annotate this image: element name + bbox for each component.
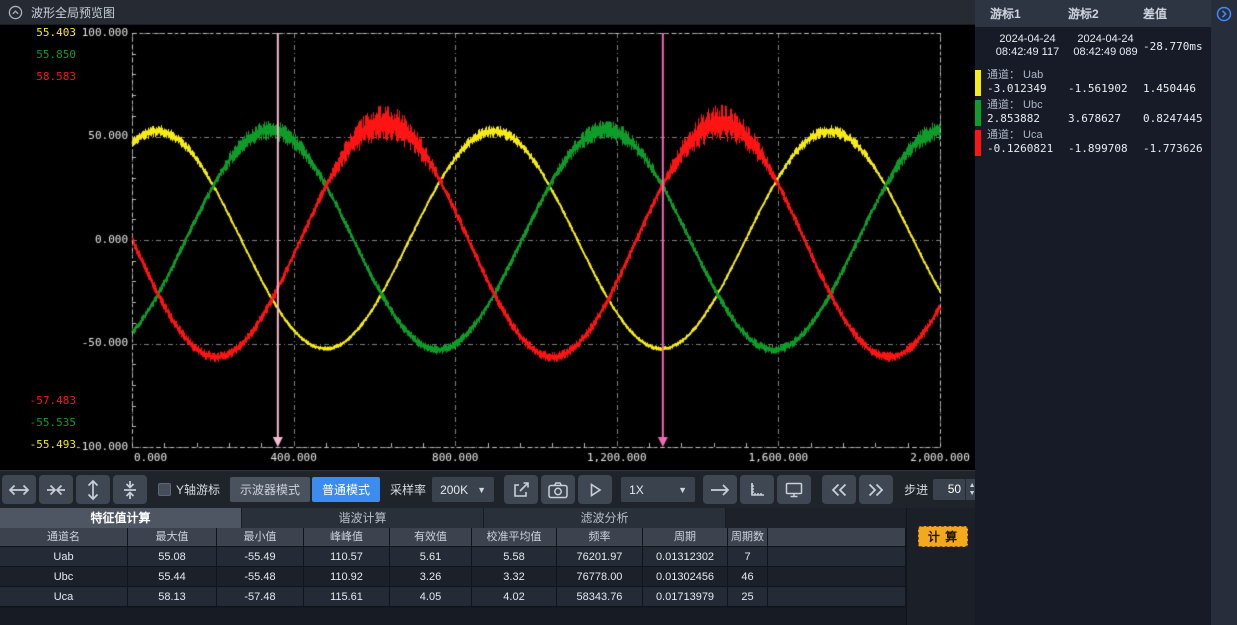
cursor1-timestamp: 2024-04-24 08:42:49 117 bbox=[987, 33, 1068, 59]
tab-filter-analysis[interactable]: 滤波分析 bbox=[484, 508, 726, 528]
cursor2-timestamp: 2024-04-24 08:42:49 089 bbox=[1068, 33, 1143, 59]
expand-panel-icon[interactable] bbox=[1216, 6, 1232, 22]
channel-name: 通道： Ubc bbox=[987, 98, 1211, 112]
screenshot-camera-button[interactable] bbox=[541, 475, 575, 504]
waveform-chart[interactable] bbox=[0, 25, 975, 470]
tab-feature-calc[interactable]: 特征值计算 bbox=[0, 508, 242, 528]
cursor1-value: 2.853882 bbox=[987, 112, 1068, 126]
cursor1-header: 游标1 bbox=[990, 5, 1068, 22]
cursor-time-diff: -28.770ms bbox=[1143, 33, 1211, 59]
step-size-value[interactable]: 50 bbox=[933, 479, 965, 500]
waveform-preview-panel: 波形全局预览图 55.403 55.850 58.583 -57.483 -55… bbox=[0, 0, 975, 470]
page-right-button[interactable] bbox=[859, 475, 893, 504]
step-label: 步进 bbox=[904, 481, 928, 498]
channel-row-uab: 通道： Uab -3.012349 -1.561902 1.450446 bbox=[975, 68, 1211, 98]
compress-vertical-button[interactable] bbox=[113, 475, 147, 504]
toolbar: Y轴游标 示波器模式 普通模式 采样率 200K▼ 1X▼ bbox=[0, 470, 975, 508]
cursor-timestamps-row: 2024-04-24 08:42:49 117 2024-04-24 08:42… bbox=[975, 33, 1211, 59]
channel-row-ubc: 通道： Ubc 2.853882 3.678627 0.8247445 bbox=[975, 98, 1211, 128]
playback-speed-select[interactable]: 1X▼ bbox=[621, 477, 695, 502]
diff-value: 1.450446 bbox=[1143, 82, 1211, 96]
collapse-panel-icon[interactable] bbox=[8, 5, 23, 20]
y-axis-cursor-checkbox[interactable] bbox=[158, 483, 171, 496]
channel-max-label-ubc: 55.850 bbox=[14, 49, 76, 61]
diff-value: 0.8247445 bbox=[1143, 112, 1211, 126]
feature-value-table: 通道名 最大值 最小值 峰峰值 有效值 校准平均值 频率 周期 周期数 Uab5… bbox=[0, 528, 906, 607]
chart-titlebar: 波形全局预览图 bbox=[0, 0, 975, 25]
channel-min-label-ubc: -55.535 bbox=[14, 417, 76, 429]
table-footer-fill bbox=[0, 608, 906, 625]
normal-mode-button[interactable]: 普通模式 bbox=[312, 477, 380, 502]
compress-horizontal-button[interactable] bbox=[39, 475, 73, 504]
oscilloscope-mode-button[interactable]: 示波器模式 bbox=[230, 477, 310, 502]
calc-button-area: 计 算 bbox=[906, 508, 975, 625]
channel-min-label-uab: -55.493 bbox=[14, 439, 76, 451]
table-row[interactable]: Uab55.08-55.49110.575.615.5876201.970.01… bbox=[0, 547, 906, 567]
channel-max-label-uab: 55.403 bbox=[14, 27, 76, 39]
cursor-info-panel: 游标1 游标2 差值 2024-04-24 08:42:49 117 2024-… bbox=[975, 0, 1237, 625]
panel-title: 波形全局预览图 bbox=[31, 4, 115, 21]
cursor2-value: -1.899708 bbox=[1068, 142, 1143, 156]
export-button[interactable] bbox=[504, 475, 538, 504]
channel-name: 通道： Uab bbox=[987, 68, 1211, 82]
table-row[interactable]: Ubc55.44-55.48110.923.263.3276778.000.01… bbox=[0, 567, 906, 587]
cursor-panel-header: 游标1 游标2 差值 bbox=[975, 0, 1211, 27]
cursor2-value: -1.561902 bbox=[1068, 82, 1143, 96]
cursor1-value: -3.012349 bbox=[987, 82, 1068, 96]
expand-horizontal-button[interactable] bbox=[2, 475, 36, 504]
page-left-button[interactable] bbox=[822, 475, 856, 504]
analysis-tabs: 特征值计算 谐波计算 滤波分析 bbox=[0, 508, 906, 528]
diff-header: 差值 bbox=[1143, 5, 1211, 22]
waveform-analyzer-window: 波形全局预览图 55.403 55.850 58.583 -57.483 -55… bbox=[0, 0, 1237, 625]
cursor1-value: -0.1260821 bbox=[987, 142, 1068, 156]
y-axis-cursor-label: Y轴游标 bbox=[176, 481, 220, 498]
channel-max-label-uca: 58.583 bbox=[14, 71, 76, 83]
table-header-row: 通道名 最大值 最小值 峰峰值 有效值 校准平均值 频率 周期 周期数 bbox=[0, 528, 906, 547]
table-row[interactable]: Uca58.13-57.48115.614.054.0258343.760.01… bbox=[0, 587, 906, 607]
step-forward-button[interactable] bbox=[703, 475, 737, 504]
sample-rate-label: 采样率 bbox=[390, 481, 426, 498]
expand-vertical-button[interactable] bbox=[76, 475, 110, 504]
step-size-stepper[interactable]: 50 ▲▼ bbox=[933, 479, 978, 500]
sample-rate-select[interactable]: 200K▼ bbox=[432, 477, 494, 502]
tab-harmonic-calc[interactable]: 谐波计算 bbox=[242, 508, 484, 528]
channel-row-uca: 通道： Uca -0.1260821 -1.899708 -1.773626 bbox=[975, 128, 1211, 158]
channel-name: 通道： Uca bbox=[987, 128, 1211, 142]
diff-value: -1.773626 bbox=[1143, 142, 1211, 156]
display-monitor-button[interactable] bbox=[777, 475, 811, 504]
channel-color-swatch bbox=[975, 70, 981, 96]
calculate-button[interactable]: 计 算 bbox=[918, 526, 968, 547]
channel-min-label-uca: -57.483 bbox=[14, 395, 76, 407]
play-button[interactable] bbox=[578, 475, 612, 504]
cursor2-value: 3.678627 bbox=[1068, 112, 1143, 126]
cursor2-header: 游标2 bbox=[1068, 5, 1143, 22]
measure-ruler-button[interactable] bbox=[740, 475, 774, 504]
channel-color-swatch bbox=[975, 100, 981, 126]
chevron-down-icon: ▼ bbox=[477, 485, 486, 495]
chevron-down-icon: ▼ bbox=[678, 485, 687, 495]
panel-collapse-strip bbox=[1211, 0, 1237, 625]
channel-color-swatch bbox=[975, 130, 981, 156]
